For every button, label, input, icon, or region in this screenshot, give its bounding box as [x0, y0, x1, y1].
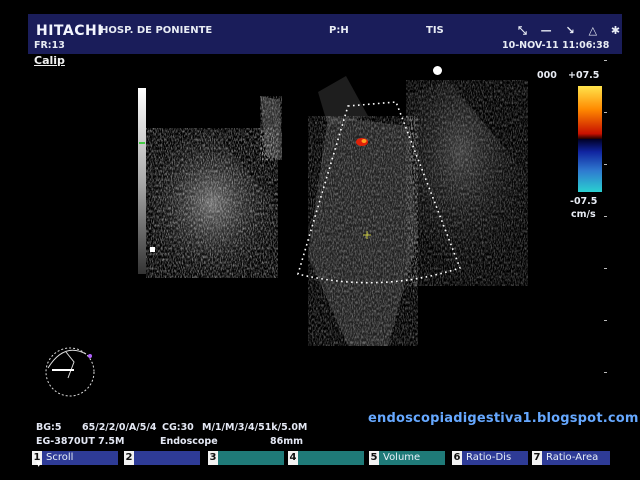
frame-rate: FR:13 — [34, 40, 65, 51]
arrow-down-icon: ▼ — [36, 460, 42, 468]
color-scale-max: +07.5 — [568, 70, 600, 81]
minus-icon: — — [540, 24, 557, 37]
settings-icon: ✱ — [610, 24, 626, 37]
parameter-bar: BG:5 65/2/2/0/A/5/4 CG:30 M/1/M/3/4/51k/… — [30, 420, 618, 450]
ultrasound-screen: HITACHI HOSP. DE PONIENTE P:H TIS FR:13 … — [0, 0, 640, 480]
softkey-number: 7 — [532, 451, 542, 465]
color-scale-min: -07.5 — [570, 196, 598, 207]
tissue-right — [406, 80, 528, 286]
brand-logo: HITACHI — [36, 23, 103, 39]
depth-scale — [604, 60, 607, 410]
softkey-4[interactable]: 4 — [288, 449, 364, 467]
color-params: M/1/M/3/4/51k/5.0M — [202, 422, 308, 433]
softkey-bar: 1 Scroll 2 3 4 5 Volume 6 Ratio-Dis 7 Ra… — [32, 449, 622, 469]
probe-model: EG-3870UT 7.5M — [36, 436, 125, 447]
softkey-label: Ratio-Area — [542, 451, 610, 465]
softkey-number: 3 — [208, 451, 218, 465]
color-scale-unit: cm/s — [571, 209, 596, 220]
doppler-color-signal — [356, 138, 368, 146]
exam-mode: Endoscope — [160, 436, 218, 447]
softkey-label — [134, 451, 200, 465]
softkey-label — [218, 451, 284, 465]
softkey-ratio-dis[interactable]: 6 Ratio-Dis — [452, 449, 528, 467]
cg-value: CG:30 — [162, 422, 194, 433]
status-icons: ⤡ — ↘ △ ✱ — [518, 24, 625, 38]
softkey-number: 5 — [369, 451, 379, 465]
color-velocity-bar — [578, 86, 602, 192]
depth-value: 86mm — [270, 436, 304, 447]
header-bar: HITACHI HOSP. DE PONIENTE P:H TIS FR:13 … — [28, 14, 622, 54]
softkey-number: 4 — [288, 451, 298, 465]
focus-marker — [150, 247, 155, 252]
softkey-label: Ratio-Dis — [462, 451, 528, 465]
bmode-params: 65/2/2/0/A/5/4 — [82, 422, 157, 433]
softkey-label: Scroll — [42, 451, 118, 465]
softkey-number: 2 — [124, 451, 134, 465]
probe-icon: ↘ — [565, 24, 580, 37]
grayscale-bar — [138, 88, 146, 274]
softkey-number: 6 — [452, 451, 462, 465]
warning-icon: △ — [588, 24, 603, 37]
softkey-ratio-area[interactable]: 7 Ratio-Area — [532, 449, 610, 467]
softkey-scroll[interactable]: 1 Scroll — [32, 449, 118, 467]
softkey-label: Volume — [379, 451, 445, 465]
measurement-icon: ⤡ — [518, 24, 532, 37]
ultrasound-image[interactable] — [28, 56, 528, 416]
probe-orientation-icon — [45, 347, 95, 397]
ph-label: P:H — [329, 25, 349, 36]
softkey-volume[interactable]: 5 Volume — [369, 449, 445, 467]
grayscale-marker — [139, 142, 145, 144]
orientation-dot — [433, 66, 442, 75]
tis-label: TIS — [426, 25, 444, 36]
tissue-center — [308, 116, 418, 346]
date-time: 10-NOV-11 11:06:38 — [502, 40, 610, 51]
hospital-name: HOSP. DE PONIENTE — [100, 25, 213, 36]
softkey-2[interactable]: 2 — [124, 449, 200, 467]
tissue-left — [146, 128, 278, 278]
color-gain: 000 — [537, 70, 557, 81]
softkey-label — [298, 451, 364, 465]
bg-value: BG:5 — [36, 422, 62, 433]
softkey-3[interactable]: 3 — [208, 449, 284, 467]
